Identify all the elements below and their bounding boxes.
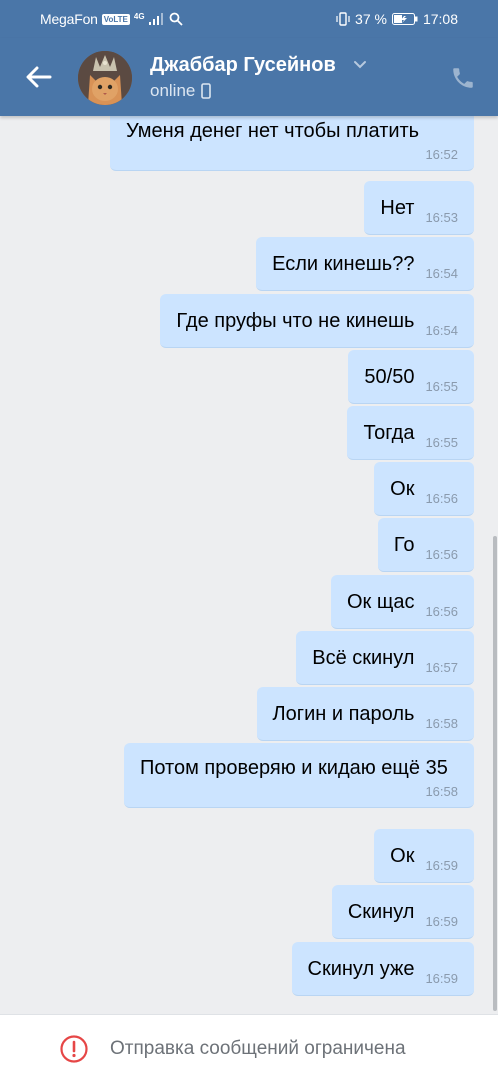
message-text: Уменя денег нет чтобы платить bbox=[126, 120, 420, 142]
message-bubble[interactable]: Ок 16:59 bbox=[374, 829, 474, 883]
message-row: Потом проверяю и кидаю ещё 35 16:58 bbox=[124, 743, 474, 808]
message-row: Где пруфы что не кинешь 16:54 bbox=[160, 294, 474, 348]
message-bubble[interactable]: Ок 16:56 bbox=[374, 462, 474, 516]
message-time: 16:54 bbox=[425, 266, 458, 281]
back-arrow-icon bbox=[26, 66, 52, 88]
message-bubble[interactable]: Го 16:56 bbox=[377, 518, 474, 572]
contact-name[interactable]: Джаббар Гусейнов bbox=[150, 54, 336, 77]
message-time: 16:52 bbox=[425, 147, 458, 162]
avatar[interactable] bbox=[78, 51, 132, 105]
message-list[interactable]: Уменя денег нет чтобы платить 16:52 Нет … bbox=[0, 116, 498, 1014]
message-row: 50/50 16:55 bbox=[348, 350, 474, 404]
message-time: 16:58 bbox=[425, 784, 458, 799]
warning-icon bbox=[60, 1035, 88, 1063]
contact-status: online bbox=[150, 81, 212, 101]
message-text: Го bbox=[393, 534, 415, 556]
chat-header: Джаббар Гусейнов online bbox=[0, 38, 498, 116]
message-row: Нет 16:53 bbox=[364, 181, 474, 235]
message-text: Потом проверяю и кидаю ещё 35 bbox=[140, 757, 448, 779]
message-row: Если кинешь?? 16:54 bbox=[256, 237, 474, 291]
message-bubble[interactable]: Нет 16:53 bbox=[364, 181, 474, 235]
message-row: Ок 16:56 bbox=[374, 462, 474, 516]
message-bubble[interactable]: Скинул 16:59 bbox=[331, 885, 474, 939]
message-text: Где пруфы что не кинешь bbox=[176, 310, 415, 332]
online-status-label: online bbox=[150, 81, 196, 100]
message-bubble[interactable]: Уменя денег нет чтобы платить 16:52 bbox=[110, 116, 474, 171]
message-text: Логин и пароль bbox=[272, 703, 415, 725]
message-row: Го 16:56 bbox=[377, 518, 474, 572]
message-text: Скинул уже bbox=[307, 958, 415, 980]
chevron-down-icon[interactable] bbox=[353, 60, 367, 70]
message-row: Тогда 16:55 bbox=[347, 406, 474, 460]
message-bubble[interactable]: Если кинешь?? 16:54 bbox=[256, 237, 474, 291]
message-row: Уменя денег нет чтобы платить 16:52 bbox=[110, 116, 474, 171]
carrier-label: MegaFon bbox=[40, 11, 98, 27]
message-text: Ок bbox=[390, 845, 415, 867]
message-time: 16:59 bbox=[425, 971, 458, 986]
message-time: 16:53 bbox=[425, 210, 458, 225]
scrollbar[interactable] bbox=[493, 536, 497, 1011]
message-bubble[interactable]: Скинул уже 16:59 bbox=[291, 942, 474, 996]
message-row: Скинул уже 16:59 bbox=[291, 942, 474, 996]
search-icon bbox=[169, 12, 183, 26]
message-bubble[interactable]: Тогда 16:55 bbox=[347, 406, 474, 460]
message-time: 16:55 bbox=[425, 379, 458, 394]
restriction-text: Отправка сообщений ограничена bbox=[110, 1038, 406, 1059]
message-time: 16:57 bbox=[425, 660, 458, 675]
status-left: MegaFon VoLTE 4G bbox=[40, 11, 183, 27]
signal-icon bbox=[148, 13, 163, 25]
message-time: 16:59 bbox=[425, 914, 458, 929]
message-row: Всё скинул 16:57 bbox=[296, 631, 474, 685]
back-button[interactable] bbox=[18, 56, 60, 98]
cat-avatar-icon bbox=[78, 51, 132, 105]
message-bubble[interactable]: Всё скинул 16:57 bbox=[296, 631, 474, 685]
message-text: Скинул bbox=[347, 901, 415, 923]
message-row: Ок щас 16:56 bbox=[331, 575, 474, 629]
battery-percent: 37 % bbox=[355, 11, 387, 27]
clock: 17:08 bbox=[422, 11, 458, 27]
network-label: 4G bbox=[133, 11, 145, 21]
status-bar: MegaFon VoLTE 4G 37 % 17:08 bbox=[0, 0, 498, 38]
message-time: 16:55 bbox=[425, 435, 458, 450]
message-bubble[interactable]: Логин и пароль 16:58 bbox=[256, 687, 474, 741]
message-row: Ок 16:59 bbox=[374, 829, 474, 883]
message-text: Нет bbox=[380, 197, 415, 219]
message-text: Если кинешь?? bbox=[272, 253, 415, 275]
message-bubble[interactable]: Потом проверяю и кидаю ещё 35 16:58 bbox=[124, 743, 474, 808]
message-time: 16:56 bbox=[425, 604, 458, 619]
volte-badge: VoLTE bbox=[101, 13, 130, 25]
message-time: 16:56 bbox=[425, 547, 458, 562]
message-time: 16:56 bbox=[425, 491, 458, 506]
message-time: 16:59 bbox=[425, 858, 458, 873]
message-text: 50/50 bbox=[364, 366, 415, 388]
restriction-bar: Отправка сообщений ограничена bbox=[0, 1014, 498, 1080]
message-bubble[interactable]: Ок щас 16:56 bbox=[331, 575, 474, 629]
message-bubble[interactable]: Где пруфы что не кинешь 16:54 bbox=[160, 294, 474, 348]
message-time: 16:54 bbox=[425, 323, 458, 338]
message-row: Скинул 16:59 bbox=[331, 885, 474, 939]
message-text: Ок щас bbox=[347, 591, 415, 613]
phone-icon[interactable] bbox=[450, 65, 476, 91]
message-time: 16:58 bbox=[425, 716, 458, 731]
message-row: Логин и пароль 16:58 bbox=[256, 687, 474, 741]
message-text: Тогда bbox=[363, 422, 415, 444]
vibrate-icon bbox=[336, 12, 350, 26]
message-bubble[interactable]: 50/50 16:55 bbox=[348, 350, 474, 404]
mobile-icon bbox=[201, 83, 212, 99]
status-right: 37 % 17:08 bbox=[336, 11, 458, 27]
message-text: Всё скинул bbox=[312, 647, 415, 669]
message-text: Ок bbox=[390, 478, 415, 500]
battery-icon bbox=[391, 13, 418, 25]
